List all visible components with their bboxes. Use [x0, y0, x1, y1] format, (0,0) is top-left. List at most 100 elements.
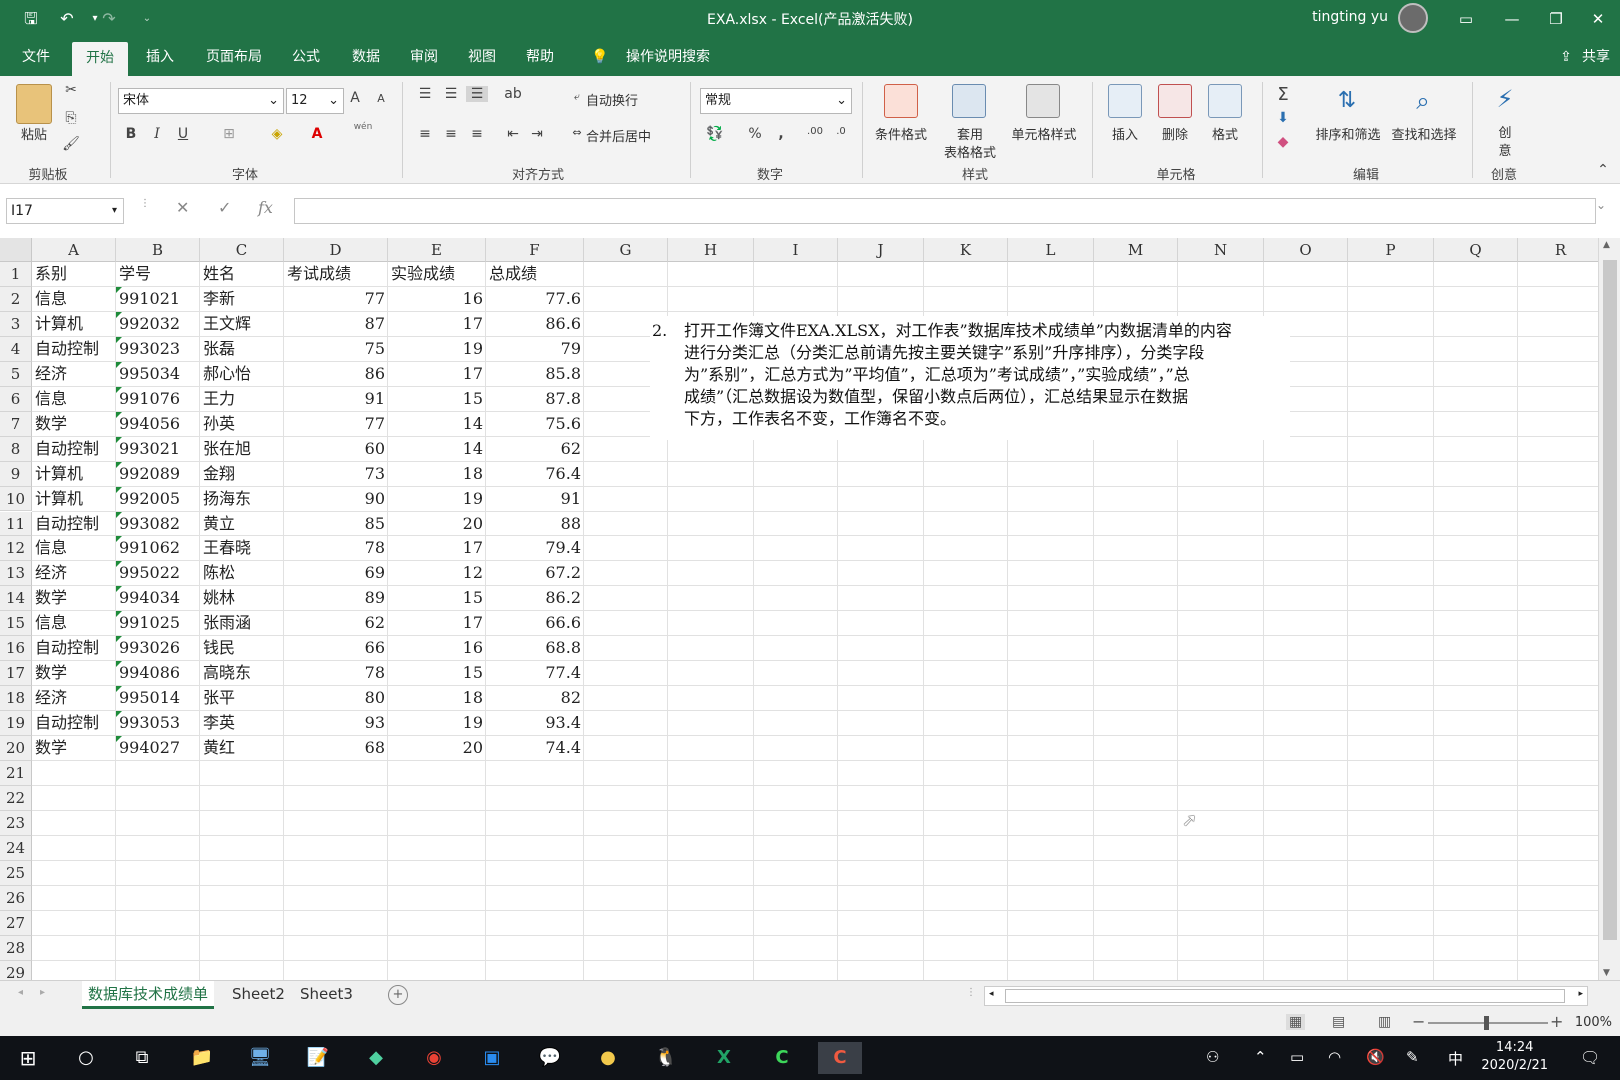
scroll-up-icon[interactable]: ▲	[1603, 240, 1610, 250]
enter-icon[interactable]: ✓	[218, 198, 231, 217]
sheet-tab-1[interactable]: 数据库技术成绩单	[82, 981, 215, 1009]
table-cell[interactable]: 数学	[32, 586, 116, 611]
table-cell[interactable]: 78	[284, 661, 388, 686]
tab-help[interactable]: 帮助	[512, 38, 568, 76]
table-cell[interactable]: 计算机	[32, 487, 116, 512]
text-number-warning-icon[interactable]	[116, 386, 122, 393]
row-header[interactable]: 12	[0, 536, 32, 562]
merge-center-icon[interactable]: ⇔	[566, 126, 588, 139]
table-cell[interactable]: 93	[284, 711, 388, 736]
collapse-ribbon-icon[interactable]: ⌃	[1592, 162, 1614, 178]
row-header[interactable]: 18	[0, 686, 32, 712]
font-color-icon[interactable]: A	[306, 126, 328, 142]
row-header[interactable]: 3	[0, 311, 32, 337]
tray-expand-icon[interactable]: ⌃	[1254, 1048, 1267, 1066]
table-header-cell[interactable]: 学号	[116, 262, 200, 287]
table-cell[interactable]: 王文辉	[200, 312, 284, 337]
decrease-font-icon[interactable]: A	[370, 92, 392, 105]
row-header[interactable]: 22	[0, 785, 32, 811]
sort-filter-button[interactable]: 排序和筛选	[1310, 124, 1386, 143]
format-cells-button[interactable]: 格式	[1200, 124, 1250, 143]
app-yellow-icon[interactable]: ●	[586, 1042, 630, 1074]
table-cell[interactable]: 陈松	[200, 561, 284, 586]
table-cell[interactable]: 李英	[200, 711, 284, 736]
tab-home[interactable]: 开始	[72, 42, 128, 76]
table-header-cell[interactable]: 姓名	[200, 262, 284, 287]
table-cell[interactable]: 991021	[116, 287, 200, 312]
tab-page-layout[interactable]: 页面布局	[196, 38, 272, 76]
row-header[interactable]: 20	[0, 736, 32, 761]
battery-icon[interactable]: ▭	[1290, 1048, 1304, 1066]
table-cell[interactable]: 19	[388, 711, 486, 736]
table-cell[interactable]: 90	[284, 487, 388, 512]
percent-icon[interactable]: %	[744, 126, 766, 142]
text-number-warning-icon[interactable]	[116, 411, 122, 418]
zoom-slider-thumb[interactable]	[1484, 1016, 1489, 1030]
table-cell[interactable]: 994034	[116, 586, 200, 611]
format-as-table-line2[interactable]: 表格格式	[934, 142, 1006, 161]
table-header-cell[interactable]: 系别	[32, 262, 116, 287]
file-explorer-icon[interactable]: 📁	[180, 1042, 224, 1074]
column-header[interactable]: B	[116, 238, 200, 262]
qq-icon[interactable]: 🐧	[644, 1042, 688, 1074]
table-cell[interactable]: 93.4	[486, 711, 584, 736]
table-cell[interactable]: 黄立	[200, 512, 284, 537]
format-as-table-icon[interactable]	[952, 84, 986, 118]
align-middle-icon[interactable]: ☰	[440, 86, 462, 102]
phonetic-icon[interactable]: wén	[352, 122, 374, 132]
table-cell[interactable]: 79	[486, 337, 584, 362]
align-top-icon[interactable]: ☰	[414, 86, 436, 102]
table-cell[interactable]: 77	[284, 287, 388, 312]
scroll-down-icon[interactable]: ▼	[1603, 968, 1610, 978]
table-header-cell[interactable]: 实验成绩	[388, 262, 486, 287]
row-header[interactable]: 7	[0, 411, 32, 437]
text-number-warning-icon[interactable]	[116, 586, 122, 593]
row-header[interactable]: 29	[0, 960, 32, 980]
table-cell[interactable]: 李新	[200, 287, 284, 312]
text-number-warning-icon[interactable]	[116, 361, 122, 368]
row-header[interactable]: 26	[0, 885, 32, 911]
clock[interactable]: 14:24 2020/2/21	[1481, 1039, 1548, 1075]
table-cell[interactable]: 67.2	[486, 561, 584, 586]
table-cell[interactable]: 15	[388, 661, 486, 686]
computer-icon[interactable]: 🖥	[238, 1042, 282, 1074]
ideas-button-line1[interactable]: 创	[1494, 122, 1516, 141]
row-header[interactable]: 28	[0, 935, 32, 961]
table-cell[interactable]: 992032	[116, 312, 200, 337]
ime-indicator[interactable]: 中	[1448, 1048, 1463, 1069]
increase-font-icon[interactable]: A	[344, 90, 366, 106]
table-cell[interactable]: 993021	[116, 437, 200, 462]
delete-cells-button[interactable]: 删除	[1150, 124, 1200, 143]
table-cell[interactable]: 79.4	[486, 536, 584, 561]
notepad-icon[interactable]: 📝	[296, 1042, 340, 1074]
table-cell[interactable]: 17	[388, 611, 486, 636]
column-header[interactable]: J	[838, 238, 924, 262]
row-header[interactable]: 6	[0, 386, 32, 412]
align-left-icon[interactable]: ≡	[414, 126, 436, 142]
cell-styles-button[interactable]: 单元格样式	[1006, 124, 1082, 143]
table-cell[interactable]: 张在旭	[200, 437, 284, 462]
table-cell[interactable]: 数学	[32, 661, 116, 686]
table-cell[interactable]: 91	[486, 487, 584, 512]
zoom-out-icon[interactable]: −	[1412, 1012, 1425, 1031]
normal-view-icon[interactable]: ▦	[1286, 1014, 1306, 1030]
table-cell[interactable]: 66	[284, 636, 388, 661]
prev-sheet-icon[interactable]: ◂	[18, 987, 23, 998]
pen-icon[interactable]: ✎	[1406, 1048, 1419, 1066]
table-cell[interactable]: 14	[388, 412, 486, 437]
zoom-level[interactable]: 100%	[1575, 1015, 1612, 1030]
row-header[interactable]: 10	[0, 486, 32, 512]
table-cell[interactable]: 62	[486, 437, 584, 462]
instruction-textbox[interactable]: 2. 打开工作簿文件EXA.XLSX，对工作表”数据库技术成绩单”内数据清单的内容…	[650, 316, 1290, 440]
text-number-warning-icon[interactable]	[116, 536, 122, 543]
insert-cells-icon[interactable]	[1108, 84, 1142, 118]
row-header[interactable]: 8	[0, 436, 32, 462]
table-cell[interactable]: 14	[388, 437, 486, 462]
table-header-cell[interactable]: 总成绩	[486, 262, 584, 287]
table-cell[interactable]: 经济	[32, 561, 116, 586]
text-number-warning-icon[interactable]	[116, 561, 122, 568]
table-cell[interactable]: 87.8	[486, 387, 584, 412]
scroll-right-icon[interactable]: ▸	[1578, 989, 1583, 999]
table-cell[interactable]: 18	[388, 686, 486, 711]
table-cell[interactable]: 19	[388, 337, 486, 362]
